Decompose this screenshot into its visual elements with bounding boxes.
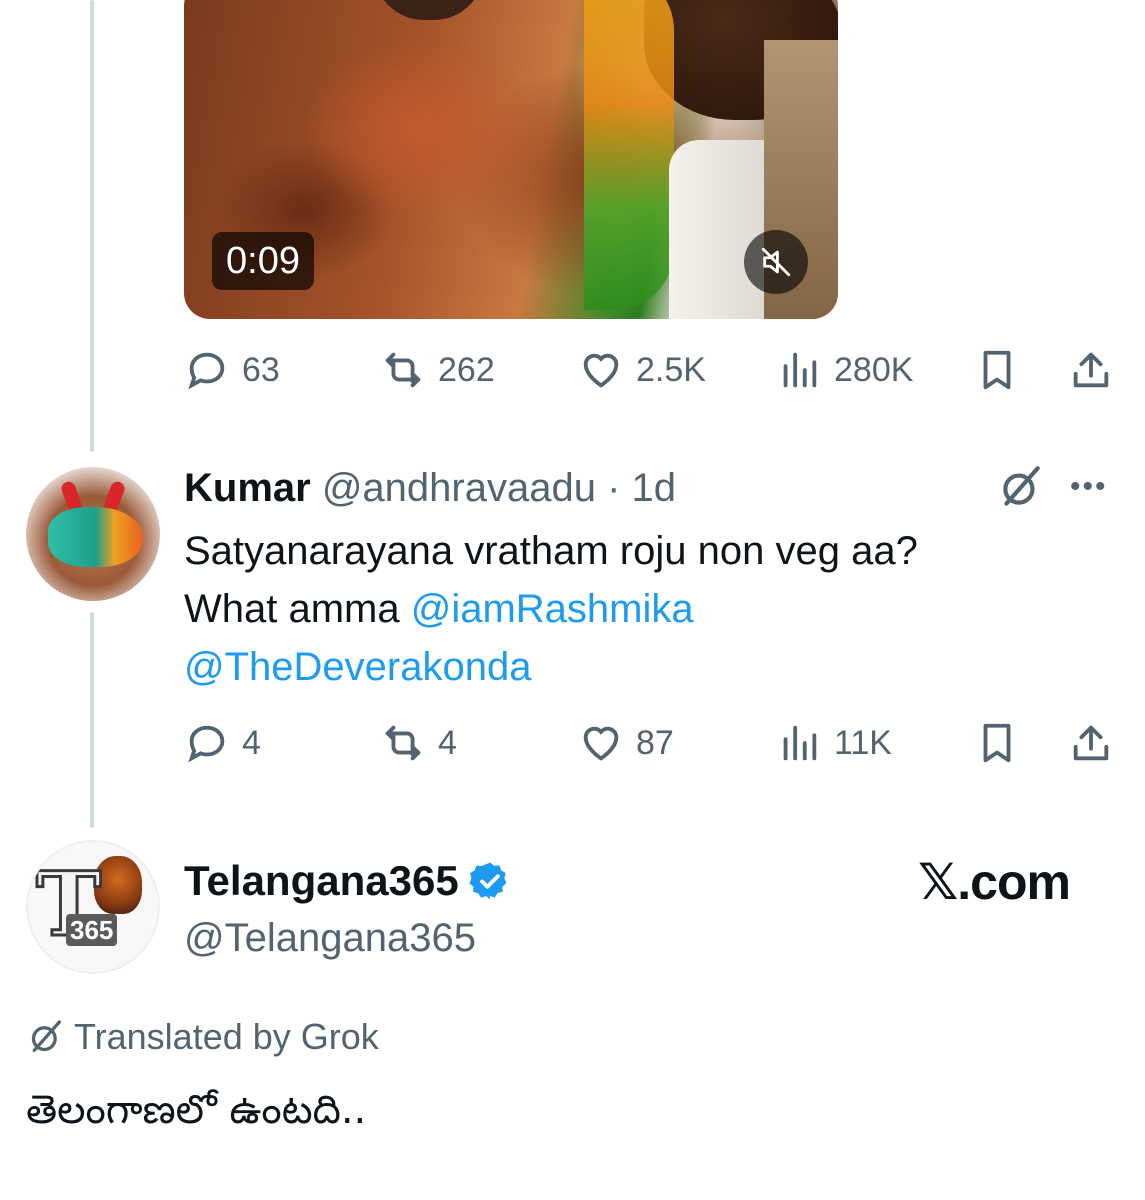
reply-button[interactable]: 63 [184,345,280,395]
views-button[interactable]: 280K [776,345,913,395]
reply-text: Satyanarayana vratham roju non veg aa? W… [184,522,1084,696]
x-logo-watermark: 𝕏.com [918,854,1071,910]
views-chart-icon [783,352,817,388]
mute-button[interactable] [744,230,808,294]
avatar-kumar[interactable] [26,467,160,601]
mention-link[interactable]: @iamRashmika [411,587,694,631]
grok-icon[interactable] [996,462,1046,512]
reply-author-handle[interactable]: @andhravaadu [322,466,596,510]
heart-icon [583,353,619,388]
reply-action-bar: 4 4 87 11K [184,718,1124,768]
reply-count: 63 [242,350,280,389]
author-name-line: Telangana365 [184,855,511,907]
reply-author-name[interactable]: Kumar [184,466,311,510]
views-count: 280K [834,350,914,389]
thread-line-top [90,0,94,452]
video-player[interactable]: 0:09 [184,0,838,319]
reply-author-line: Kumar @andhravaadu · 1d [184,462,676,514]
reply-icon [188,725,225,763]
tweet-action-bar: 63 262 2.5K 280K [184,345,1124,395]
video-frame-hand [374,0,484,20]
author-name[interactable]: Telangana365 [184,855,459,907]
reply-button[interactable]: 4 [184,718,261,768]
like-count: 2.5K [636,350,706,389]
heart-icon [583,726,619,761]
reply-timestamp[interactable]: 1d [632,466,677,510]
mention-link[interactable]: @TheDeverakonda [184,645,531,689]
repost-button[interactable]: 4 [380,718,457,768]
video-frame-cloth [669,140,779,319]
like-count: 87 [636,723,674,762]
repost-icon [385,352,421,388]
post-text: తెలంగాణలో ఉంటది.. [26,1087,367,1133]
share-icon [1073,725,1109,761]
reply-text-prefix: What amma [184,587,411,631]
views-button[interactable]: 11K [776,718,892,768]
avatar-telangana365[interactable]: T 365 [26,840,160,974]
verified-badge-icon [469,862,507,900]
reply-separator: · [607,466,621,510]
views-chart-icon [783,725,817,761]
bookmark-button[interactable] [974,345,1020,395]
like-button[interactable]: 87 [578,718,674,768]
bookmark-button[interactable] [974,718,1020,768]
reply-count: 4 [242,723,261,762]
bookmark-icon [983,350,1011,390]
reply-text-line2: What amma @iamRashmika [184,580,1084,638]
views-count: 11K [834,723,892,762]
thread-line-middle [90,612,94,828]
share-icon [1073,352,1109,388]
bookmark-icon [983,723,1011,763]
author-handle[interactable]: @Telangana365 [184,912,476,964]
repost-button[interactable]: 262 [380,345,495,395]
speaker-muted-icon [761,247,791,277]
video-timestamp: 0:09 [212,232,314,290]
share-button[interactable] [1068,345,1114,395]
repost-count: 262 [438,350,495,389]
more-options-icon[interactable]: ••• [1070,472,1120,502]
reply-text-line3: @TheDeverakonda [184,638,1084,696]
reply-text-line1: Satyanarayana vratham roju non veg aa? [184,529,918,573]
avatar-logo-number: 365 [66,914,118,946]
share-button[interactable] [1068,718,1114,768]
grok-icon [31,1020,61,1052]
repost-count: 4 [438,723,457,762]
like-button[interactable]: 2.5K [578,345,706,395]
repost-icon [385,725,421,761]
avatar-bull-figure [48,507,143,567]
translation-label-text: Translated by Grok [74,1016,379,1057]
video-frame-plate [584,0,674,310]
translation-label[interactable]: Translated by Grok [26,1014,379,1060]
reply-icon [188,352,225,390]
